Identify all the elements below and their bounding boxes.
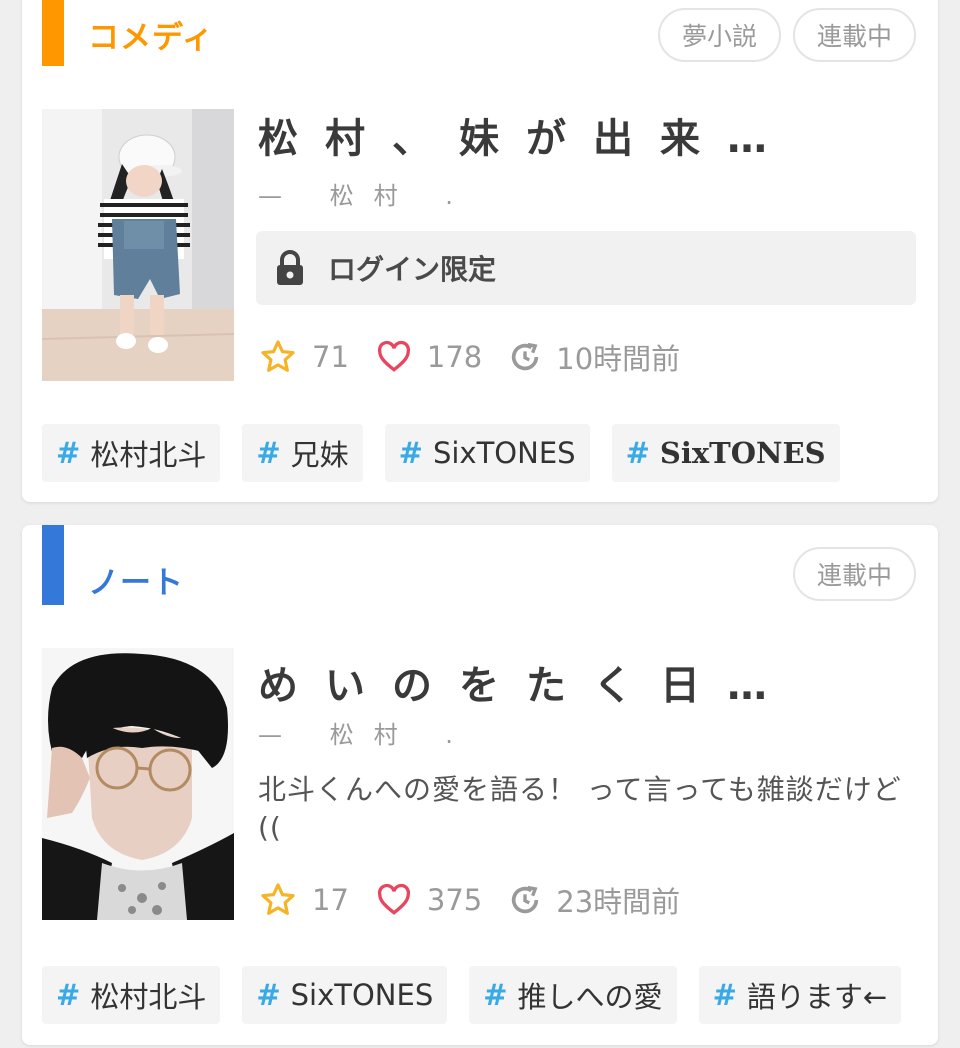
tag-item[interactable]: # 松村北斗 [42,966,221,1024]
heart-icon [377,340,410,372]
tag-label: SixTONES [659,436,826,470]
author-name[interactable]: — 松村 . [258,715,473,750]
hash-icon: # [56,978,81,1012]
heart-count: 375 [375,882,482,918]
category-color-bar [42,525,64,605]
star-count: 17 [258,881,349,919]
heart-icon [377,883,410,915]
tag-list: # 松村北斗 # 兄妹 # SixTONES # SixTONES [42,424,840,482]
tag-label: SixTONES [290,978,434,1012]
tag-label: 推しへの愛 [517,980,663,1014]
lock-icon [277,250,303,285]
hash-icon: # [712,978,737,1012]
author-name[interactable]: — 松村 . [258,176,473,211]
star-count-value: 17 [312,883,349,917]
category-label: ノート [88,565,184,601]
update-time: 23時間前 [508,879,680,921]
story-title[interactable]: めいのをたく日… [258,653,918,711]
heart-count-value: 375 [426,883,483,917]
update-time-value: 10時間前 [556,342,681,376]
tag-item[interactable]: # SixTONES [242,966,448,1024]
story-card[interactable]: ノート 連載中 めいのをたく日… — 松村 . 北斗くんへの愛を語る！ って言っ… [22,525,938,1045]
genre-badge: 夢小説 [657,8,781,62]
login-only-notice: ログイン限定 [256,231,916,305]
tag-item[interactable]: # 推しへの愛 [469,966,677,1024]
heart-count: 178 [375,339,482,375]
story-card[interactable]: コメディ 夢小説 連載中 松村、妹が出来… — 松村 . ログイン限定 71 1… [22,0,938,502]
tag-list: # 松村北斗 # SixTONES # 推しへの愛 # 語ります← [42,966,902,1024]
story-title[interactable]: 松村、妹が出来… [258,106,918,164]
hash-icon: # [56,436,81,470]
tag-item[interactable]: # 兄妹 [242,424,363,482]
story-thumbnail[interactable] [42,648,234,920]
update-clock-icon [512,885,539,914]
story-stats: 71 178 10時間前 [258,336,706,378]
status-badge: 連載中 [792,8,916,62]
hash-icon: # [625,436,650,470]
login-only-label: ログイン限定 [328,253,497,286]
heart-count-value: 178 [426,340,483,374]
star-icon [261,883,295,915]
tag-label: 兄妹 [290,438,349,472]
star-count: 71 [258,338,349,376]
tag-item[interactable]: # SixTONES [384,424,590,482]
badge-group: 夢小説 連載中 [657,8,916,62]
update-time-value: 23時間前 [556,885,681,919]
status-badge: 連載中 [792,547,916,601]
story-stats: 17 375 23時間前 [258,879,706,921]
tag-item[interactable]: # 松村北斗 [42,424,221,482]
tag-label: 語ります← [746,980,888,1014]
badge-group: 連載中 [792,547,916,601]
update-clock-icon [512,342,539,371]
hash-icon: # [256,436,281,470]
story-thumbnail[interactable] [42,109,234,381]
tag-label: SixTONES [432,436,576,470]
hash-icon: # [256,978,281,1012]
tag-item[interactable]: # 語ります← [698,966,902,1024]
star-icon [261,340,295,372]
category-color-bar [42,0,64,66]
star-count-value: 71 [312,340,349,374]
hash-icon: # [398,436,423,470]
tag-label: 松村北斗 [90,980,207,1014]
category-label: コメディ [88,20,214,56]
hash-icon: # [483,978,508,1012]
tag-label: 松村北斗 [90,438,207,472]
story-description: 北斗くんへの愛を語る！ って言っても雑談だけど(( [258,773,902,844]
update-time: 10時間前 [508,336,680,378]
tag-item[interactable]: # SixTONES [611,424,840,482]
